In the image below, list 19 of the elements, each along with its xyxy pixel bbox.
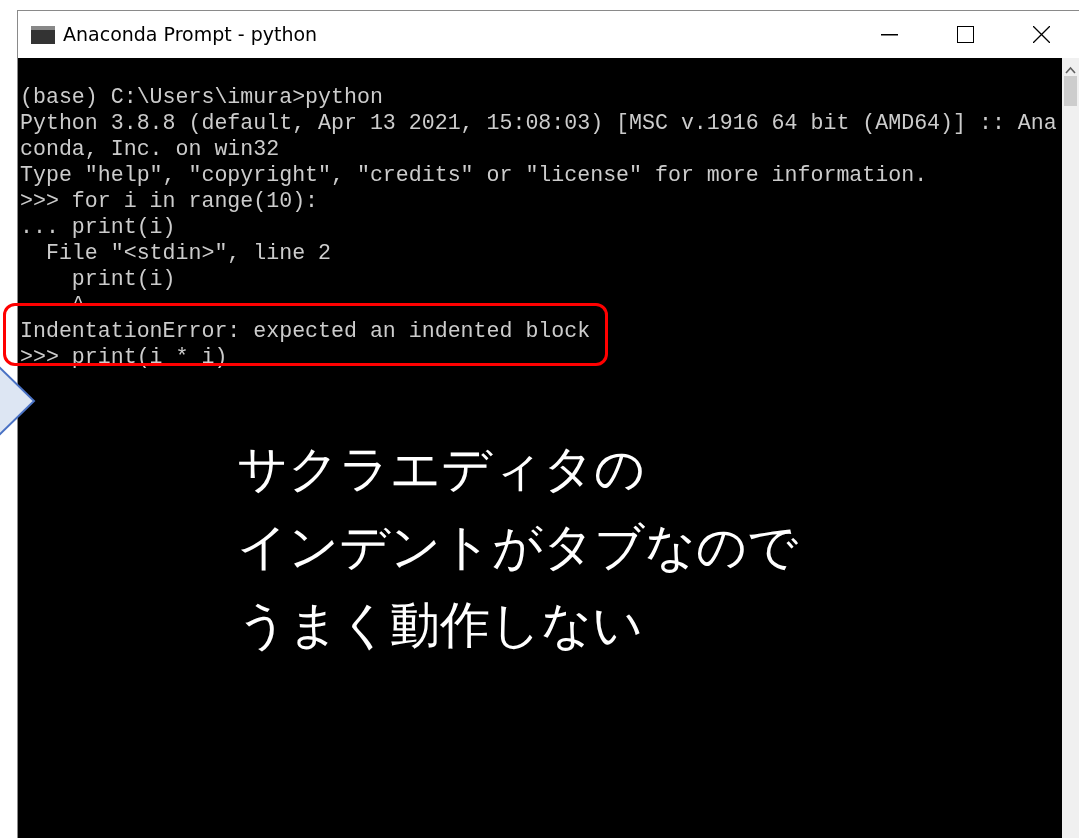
scroll-up-icon[interactable] (1065, 66, 1076, 74)
chevron-arrow-drawing (0, 365, 36, 437)
maximize-icon (956, 26, 974, 43)
terminal-line: IndentationError: expected an indented block (20, 318, 591, 344)
annotation-text: サクラエディタの インデントがタブなので うまく動作しない (237, 439, 798, 656)
minimize-icon (880, 33, 898, 36)
terminal-line: Python 3.8.8 (default, Apr 13 2021, 15:08:03) [MSC v.1916 64 bit (AMD64)] :: Ana (20, 110, 1057, 136)
terminal-line: (base) C:\Users\imura>python (20, 84, 383, 110)
terminal-line: Type "help", "copyright", "credits" or "license" for more information. (20, 162, 928, 188)
window-title: Anaconda Prompt - python (63, 22, 318, 48)
terminal-icon (31, 25, 55, 44)
terminal-line: print(i) (70, 266, 176, 292)
terminal-line: conda, Inc. on win32 (20, 136, 280, 162)
close-icon (1032, 26, 1050, 43)
terminal-line: File "<stdin>", line 2 (44, 240, 331, 266)
scroll-thumb[interactable] (1064, 76, 1077, 106)
terminal-line: ... print(i) (20, 214, 176, 240)
terminal-line: >>> for i in range(10): (20, 188, 319, 214)
scroll-bar[interactable] (1062, 58, 1079, 838)
